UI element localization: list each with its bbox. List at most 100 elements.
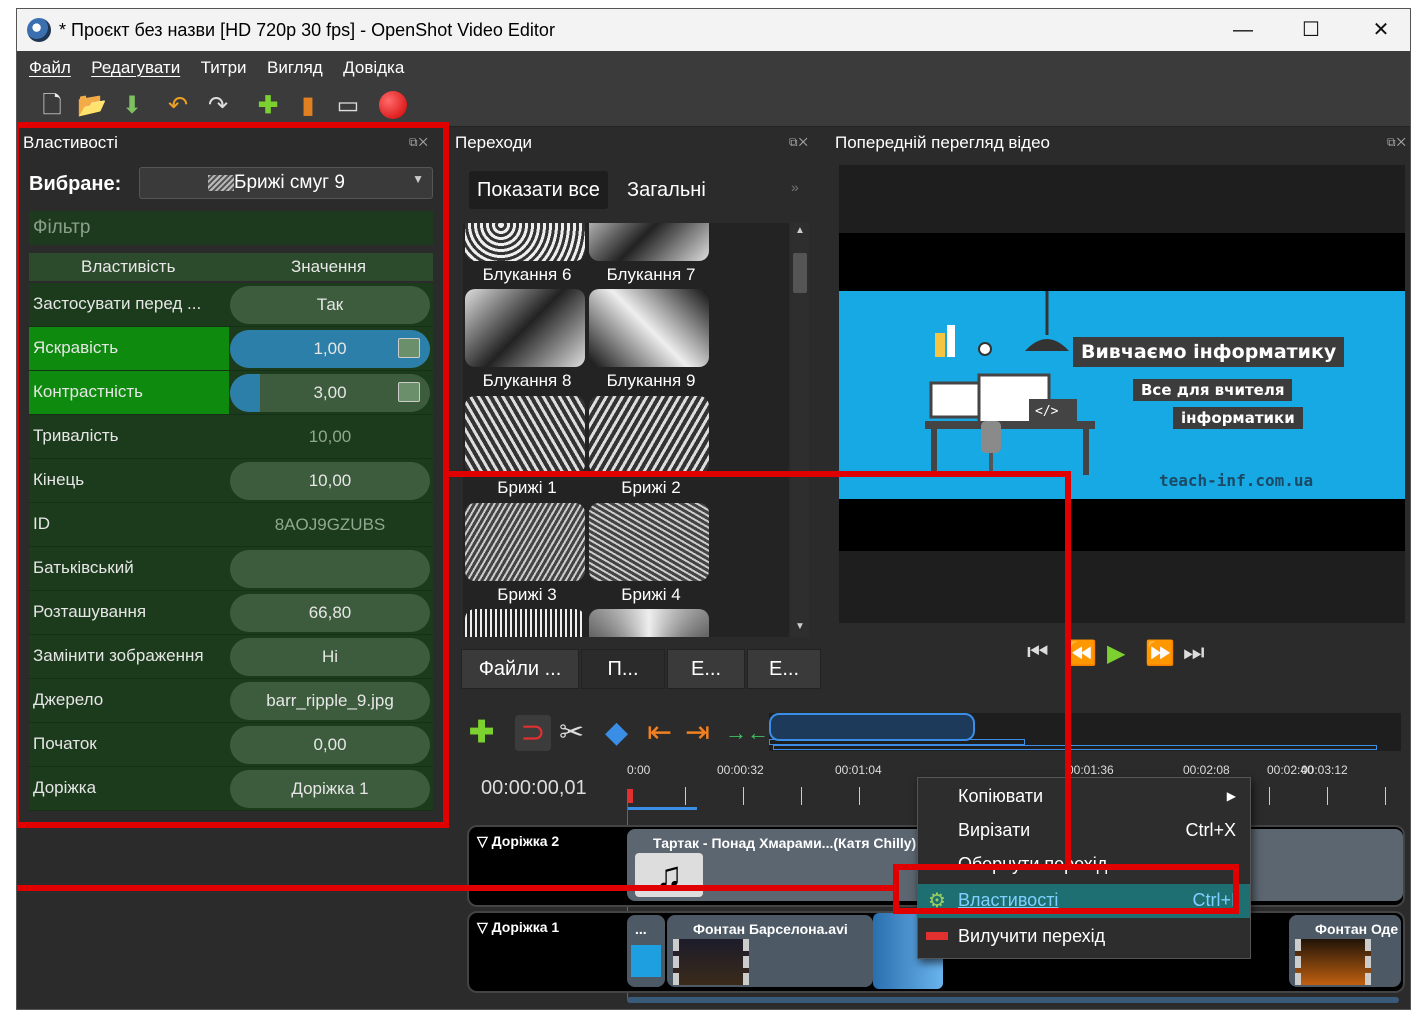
property-row[interactable]: Кінець 10,00 <box>29 459 433 503</box>
transition-item[interactable]: Блукання 7 <box>589 223 713 285</box>
previous-marker-icon[interactable]: ⇤ <box>647 715 672 751</box>
menu-file[interactable]: Файл <box>21 51 79 78</box>
center-timeline-icon[interactable]: →← <box>725 715 769 751</box>
property-row[interactable]: Контрастність 3,00 <box>29 371 433 415</box>
property-value-field[interactable]: 66,80 <box>230 594 430 632</box>
property-value-cell[interactable]: Ні <box>230 635 430 678</box>
scroll-down-icon[interactable]: ▼ <box>793 621 807 635</box>
transition-item[interactable]: Брижі 4 <box>589 503 713 605</box>
property-value-cell[interactable]: 0,00 <box>230 723 430 766</box>
open-project-icon[interactable]: 📂 <box>77 91 107 121</box>
transitions-scrollbar[interactable]: ▲ ▼ <box>791 223 809 637</box>
save-project-icon[interactable]: ⬇ <box>117 91 147 121</box>
property-row[interactable]: Тривалість 10,00 <box>29 415 433 459</box>
import-files-icon[interactable]: ✚ <box>253 91 283 121</box>
transition-item[interactable] <box>465 609 589 637</box>
property-value-field[interactable]: Доріжка 1 <box>230 770 430 808</box>
more-tabs-icon[interactable]: » <box>783 171 807 209</box>
video-clip[interactable]: Фонтан Оде <box>1289 915 1401 987</box>
timeline-overview[interactable] <box>769 713 1401 751</box>
scroll-up-icon[interactable]: ▲ <box>793 225 807 239</box>
property-slider[interactable]: 3,00 <box>230 374 430 412</box>
transition-item[interactable] <box>589 609 713 637</box>
tab-project-files[interactable]: Файли ... <box>461 649 579 689</box>
video-clip[interactable]: Фонтан Барселона.avi <box>667 915 873 987</box>
choose-profile-icon[interactable]: ▮ <box>293 91 323 121</box>
property-row[interactable]: Замінити зображення Ні <box>29 635 433 679</box>
transition-item[interactable]: Блукання 6 <box>465 223 589 285</box>
menu-item-copy[interactable]: Копіювати ▶ <box>918 780 1250 814</box>
next-marker-icon[interactable]: ⇥ <box>685 715 710 751</box>
menu-item-remove-transition[interactable]: Вилучити перехід <box>918 920 1250 954</box>
property-row[interactable]: Початок 0,00 <box>29 723 433 767</box>
razor-icon[interactable]: ✂ <box>559 715 584 751</box>
tab-common[interactable]: Загальні <box>619 171 714 209</box>
timeline-scrollbar[interactable] <box>627 997 1399 1003</box>
tab-effects[interactable]: Е... <box>667 649 745 689</box>
jump-end-icon[interactable]: ⏭ <box>1183 639 1205 667</box>
menu-item-reverse-transition[interactable]: Обернути перехід <box>918 848 1250 882</box>
transition-item[interactable]: Блукання 8 <box>465 289 589 391</box>
property-row[interactable]: ID 8AOJ9GZUBS <box>29 503 433 547</box>
menu-item-cut[interactable]: Вирізати Ctrl+X <box>918 814 1250 848</box>
tab-show-all[interactable]: Показати все <box>469 171 608 209</box>
maximize-button[interactable]: ☐ <box>1291 15 1331 45</box>
transition-item[interactable]: Брижі 2 <box>589 396 713 498</box>
menu-item-properties[interactable]: ⚙ Властивості Ctrl+I <box>918 884 1250 918</box>
filter-input[interactable]: Фільтр <box>29 211 433 245</box>
property-value-cell[interactable]: 66,80 <box>230 591 430 634</box>
selected-item-combobox[interactable]: Брижі смуг 9 ▼ <box>139 167 433 199</box>
property-value-field[interactable]: 10,00 <box>230 462 430 500</box>
transition-item[interactable]: Брижі 1 <box>465 396 589 498</box>
transition-item[interactable]: Блукання 9 <box>589 289 713 391</box>
property-value-cell[interactable]: barr_ripple_9.jpg <box>230 679 430 722</box>
minimize-button[interactable]: — <box>1223 15 1263 45</box>
menu-titles[interactable]: Титри <box>193 51 255 78</box>
property-row[interactable]: Джерело barr_ripple_9.jpg <box>29 679 433 723</box>
fullscreen-icon[interactable]: ▭ <box>333 91 363 121</box>
keyframe-icon[interactable] <box>398 382 420 402</box>
play-icon[interactable]: ▶ <box>1107 639 1125 668</box>
undo-icon[interactable]: ↶ <box>163 91 193 121</box>
property-row[interactable]: Розташування 66,80 <box>29 591 433 635</box>
menu-help[interactable]: Довідка <box>335 51 412 78</box>
new-project-icon[interactable]: 🗋 <box>37 91 67 121</box>
property-slider[interactable]: 1,00 <box>230 330 430 368</box>
property-value-cell[interactable]: 3,00 <box>230 371 430 414</box>
property-value-cell[interactable]: 10,00 <box>230 459 430 502</box>
property-value-cell[interactable]: Так <box>230 283 430 326</box>
rewind-icon[interactable]: ⏪ <box>1067 639 1097 668</box>
fast-forward-icon[interactable]: ⏩ <box>1145 639 1175 668</box>
add-marker-icon[interactable]: ◆ <box>605 715 628 751</box>
menu-edit[interactable]: Редагувати <box>83 51 188 78</box>
redo-icon[interactable]: ↷ <box>203 91 233 121</box>
close-button[interactable]: ✕ <box>1361 15 1401 45</box>
scrollbar-thumb[interactable] <box>793 253 807 293</box>
jump-start-icon[interactable]: ⏮ <box>1027 639 1049 667</box>
property-value-cell: 10,00 <box>230 415 430 458</box>
tab-transitions[interactable]: П... <box>581 649 665 689</box>
snapping-icon[interactable]: ⊃ <box>515 715 551 751</box>
property-row[interactable]: Застосувати перед ... Так <box>29 283 433 327</box>
property-value-field[interactable] <box>230 550 430 588</box>
property-row[interactable]: Доріжка Доріжка 1 <box>29 767 433 811</box>
property-value-field[interactable]: 0,00 <box>230 726 430 764</box>
dock-buttons-icon[interactable]: ⧉✕ <box>409 135 429 150</box>
tab-emojis[interactable]: Е... <box>747 649 821 689</box>
property-value-field[interactable]: Так <box>230 286 430 324</box>
dock-buttons-icon[interactable]: ⧉✕ <box>789 135 809 150</box>
keyframe-icon[interactable] <box>398 338 420 358</box>
dock-buttons-icon[interactable]: ⧉✕ <box>1387 135 1407 150</box>
property-value-field[interactable]: Ні <box>230 638 430 676</box>
property-value-cell[interactable] <box>230 547 430 590</box>
property-value-cell[interactable]: Доріжка 1 <box>230 767 430 810</box>
video-clip[interactable]: ... <box>627 915 665 987</box>
property-value-field[interactable]: barr_ripple_9.jpg <box>230 682 430 720</box>
property-row[interactable]: Яскравість 1,00 <box>29 327 433 371</box>
property-row[interactable]: Батьківський <box>29 547 433 591</box>
property-value-cell[interactable]: 1,00 <box>230 327 430 370</box>
add-track-icon[interactable]: ✚ <box>469 715 494 751</box>
menu-view[interactable]: Вигляд <box>259 51 331 78</box>
transition-item[interactable]: Брижі 3 <box>465 503 589 605</box>
export-video-icon[interactable] <box>379 91 409 121</box>
